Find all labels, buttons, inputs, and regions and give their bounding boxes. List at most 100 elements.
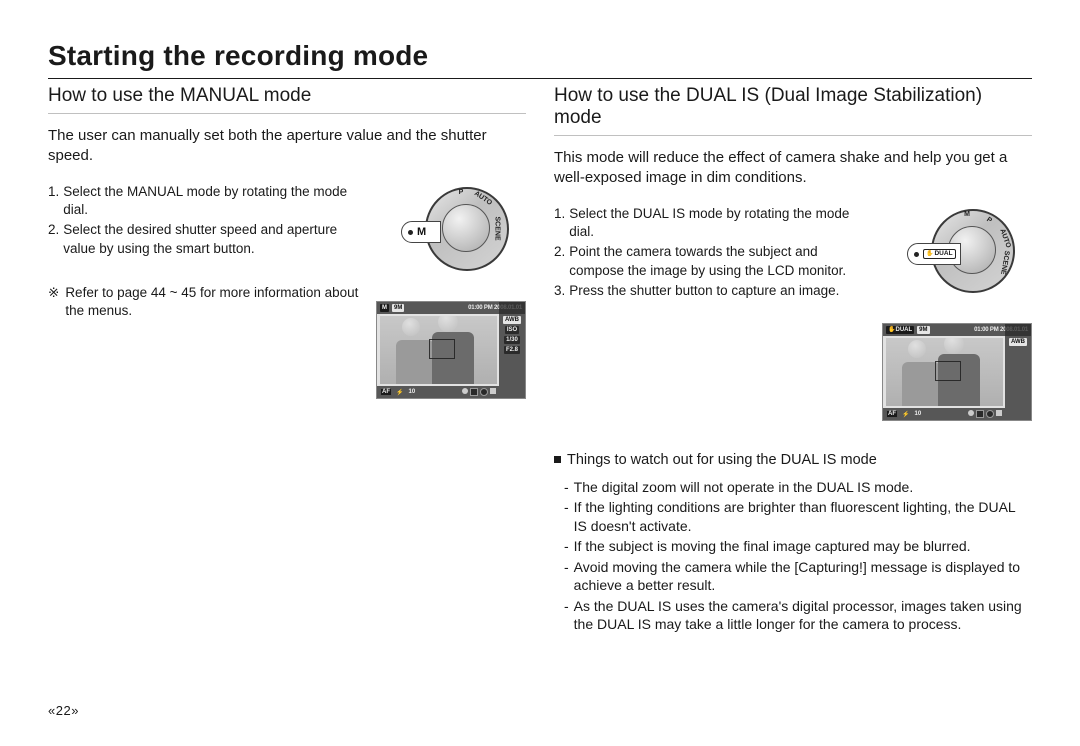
left-step-1: 1. Select the MANUAL mode by rotating th… (48, 183, 362, 219)
head-left (402, 318, 420, 336)
dial-selector-tab: M (401, 221, 441, 243)
lcd-preview: M 9M 01:00 PM 2008.01.01 AWB ISO 1/30 F2… (376, 301, 526, 399)
shape-square-icon (490, 388, 496, 394)
mode-dial-illustration: M P AUTO SCENE ✋ DUAL (903, 205, 1011, 313)
lcd-preview: ✋DUAL 9M 01:00 PM 2008.01.01 AWB AF ⚡ 10 (882, 323, 1032, 421)
step-number: 2. (554, 243, 565, 279)
watchout-text: Avoid moving the camera while the [Captu… (574, 558, 1032, 595)
right-step-1: 1. Select the DUAL IS mode by rotating t… (554, 205, 868, 241)
right-step-3: 3. Press the shutter button to capture a… (554, 282, 868, 300)
quality-badge: 9M (917, 326, 929, 334)
mode-badge: ✋DUAL (886, 326, 914, 334)
shape-circle-icon (462, 388, 468, 394)
page: Starting the recording mode How to use t… (0, 0, 1080, 746)
flash-icon: ⚡ (901, 411, 910, 418)
hand-icon: ✋ (926, 251, 933, 257)
dash-icon: - (564, 498, 569, 535)
right-steps: 1. Select the DUAL IS mode by rotating t… (554, 205, 868, 302)
page-footer: «22» (48, 703, 1032, 718)
iso-badge: ISO (505, 326, 519, 334)
right-rule (554, 135, 1032, 136)
reference-mark-icon: ※ (48, 284, 59, 320)
photo-area (380, 316, 497, 384)
dual-is-label: ✋ DUAL (923, 249, 956, 260)
left-visuals: P AUTO SCENE M (376, 183, 526, 399)
step-number: 3. (554, 282, 565, 300)
step-text: Point the camera towards the subject and… (569, 243, 868, 279)
shape-circle-icon (480, 388, 488, 396)
right-step-block: 1. Select the DUAL IS mode by rotating t… (554, 205, 1032, 421)
watchout-text: If the subject is moving the final image… (574, 537, 971, 555)
step-text: Select the MANUAL mode by rotating the m… (63, 183, 362, 219)
lcd-rightbar: AWB ISO 1/30 F2.8 (499, 302, 525, 398)
step-text: Select the DUAL IS mode by rotating the … (569, 205, 868, 241)
shape-square-icon (996, 410, 1002, 416)
right-intro: This mode will reduce the effect of came… (554, 148, 1032, 187)
focus-box-icon (429, 339, 455, 359)
left-step-2: 2. Select the desired shutter speed and … (48, 221, 362, 257)
watchout-text: As the DUAL IS uses the camera's digital… (574, 597, 1032, 634)
step-text: Select the desired shutter speed and ape… (63, 221, 362, 257)
dial-selector-tab: ✋ DUAL (907, 243, 961, 265)
af-badge: AF (380, 388, 392, 396)
dial-mark-m: M (957, 211, 977, 218)
left-intro: The user can manually set both the apert… (48, 126, 526, 165)
head-left (908, 340, 926, 358)
right-visuals: M P AUTO SCENE ✋ DUAL (882, 205, 1032, 421)
photo-area (886, 338, 1003, 406)
left-steps: 1. Select the MANUAL mode by rotating th… (48, 183, 362, 320)
shape-square-icon (976, 410, 984, 418)
smart-button-shapes (462, 388, 496, 396)
left-step-block: 1. Select the MANUAL mode by rotating th… (48, 183, 526, 399)
head-right (438, 316, 458, 332)
dial-dot-icon (914, 252, 919, 257)
dial-mark-scene: SCENE (494, 217, 501, 237)
two-column-layout: How to use the MANUAL mode The user can … (48, 85, 1032, 703)
watchout-item: -The digital zoom will not operate in th… (564, 478, 1032, 496)
watchout-text: If the lighting conditions are brighter … (574, 498, 1032, 535)
lcd-rightbar: AWB (1005, 324, 1031, 420)
lcd-bottombar: AF ⚡ 10 (377, 386, 499, 398)
watchout-item: -Avoid moving the camera while the [Capt… (564, 558, 1032, 595)
dash-icon: - (564, 478, 569, 496)
dial-dot-icon (408, 230, 413, 235)
left-heading: How to use the MANUAL mode (48, 85, 526, 107)
note-text: Refer to page 44 ~ 45 for more informati… (65, 284, 362, 320)
watchout-item: -As the DUAL IS uses the camera's digita… (564, 597, 1032, 634)
left-column: How to use the MANUAL mode The user can … (48, 85, 526, 703)
watchout-item: -If the lighting conditions are brighter… (564, 498, 1032, 535)
left-note: ※ Refer to page 44 ~ 45 for more informa… (48, 284, 362, 320)
page-title: Starting the recording mode (48, 40, 1032, 72)
step-number: 1. (554, 205, 565, 241)
step-text: Press the shutter button to capture an i… (569, 282, 839, 300)
smart-button-shapes (968, 410, 1002, 418)
focus-box-icon (935, 361, 961, 381)
dial-mark-p: P (451, 189, 471, 196)
count-badge: 10 (913, 411, 922, 417)
left-rule (48, 113, 526, 114)
watchout-heading-text: Things to watch out for using the DUAL I… (567, 451, 877, 470)
dial-selected-mode: DUAL (934, 251, 952, 258)
dash-icon: - (564, 558, 569, 595)
count-badge: 10 (407, 389, 416, 395)
flash-icon: ⚡ (395, 389, 404, 396)
right-column: How to use the DUAL IS (Dual Image Stabi… (554, 85, 1032, 703)
quality-badge: 9M (392, 304, 404, 312)
title-rule (48, 78, 1032, 79)
aperture-badge: F2.8 (504, 346, 520, 354)
square-bullet-icon (554, 456, 561, 463)
wb-badge: AWB (503, 316, 521, 324)
mode-dial-illustration: P AUTO SCENE M (397, 183, 505, 291)
shutter-badge: 1/30 (504, 336, 520, 344)
dash-icon: - (564, 537, 569, 555)
watchout-item: -If the subject is moving the final imag… (564, 537, 1032, 555)
watchout-heading: Things to watch out for using the DUAL I… (554, 451, 1032, 470)
dial-cap (442, 204, 490, 252)
dash-icon: - (564, 597, 569, 634)
dial-selected-mode: M (417, 227, 426, 238)
shape-circle-icon (968, 410, 974, 416)
lcd-bottombar: AF ⚡ 10 (883, 408, 1005, 420)
step-number: 2. (48, 221, 59, 257)
mode-badge: M (380, 304, 389, 312)
shape-circle-icon (986, 410, 994, 418)
